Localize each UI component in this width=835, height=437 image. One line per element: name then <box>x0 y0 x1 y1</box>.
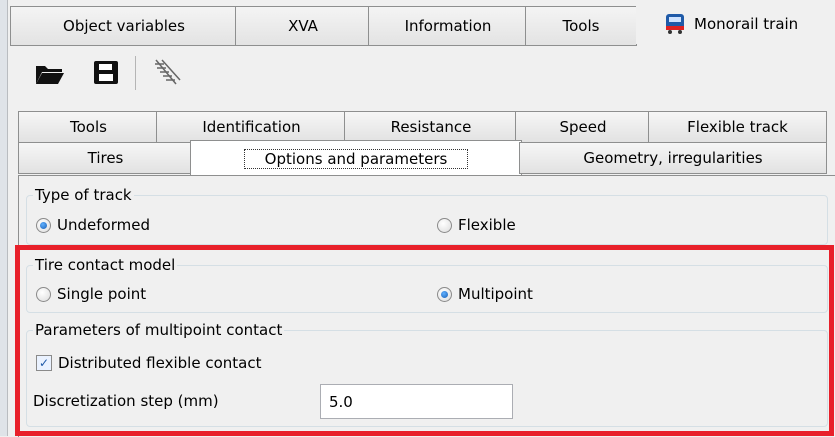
radio-button[interactable] <box>36 217 51 233</box>
tab-options-and-parameters[interactable]: Options and parameters <box>190 140 522 176</box>
tab-geometry-irregularities[interactable]: Geometry, irregularities <box>519 142 827 174</box>
radio-button[interactable] <box>437 217 452 233</box>
open-folder-icon[interactable] <box>34 56 66 88</box>
radio-label: Undeformed <box>57 216 150 234</box>
tab-monorail-train[interactable]: Monorail train <box>636 4 835 44</box>
tab-flexible-track[interactable]: Flexible track <box>648 111 827 143</box>
tab-label: Information <box>404 17 492 35</box>
tab-label: Speed <box>559 118 607 136</box>
tab-label: Tires <box>87 149 124 167</box>
tab-inner-tools[interactable]: Tools <box>18 111 159 143</box>
group-title: Type of track <box>33 186 134 204</box>
track-icon[interactable] <box>150 56 182 88</box>
tab-label: Resistance <box>390 118 472 136</box>
radio-undeformed[interactable]: Undeformed <box>36 216 150 234</box>
radio-label: Flexible <box>458 216 516 234</box>
save-icon[interactable] <box>90 56 122 88</box>
highlight-box <box>15 245 834 436</box>
tab-speed[interactable]: Speed <box>515 111 651 143</box>
train-icon <box>664 12 686 36</box>
toolbar-separator <box>135 56 136 90</box>
tab-label: Tools <box>70 118 107 136</box>
tab-information[interactable]: Information <box>368 6 528 46</box>
tab-tires[interactable]: Tires <box>18 142 193 174</box>
tab-label: Options and parameters <box>243 148 469 169</box>
tab-label: XVA <box>288 17 318 35</box>
radio-flexible[interactable]: Flexible <box>437 216 516 234</box>
tab-tools[interactable]: Tools <box>525 6 637 46</box>
tab-label: Object variables <box>63 17 185 35</box>
tab-label: Tools <box>562 17 600 35</box>
window-title: Monorail train <box>694 15 799 33</box>
tab-label: Identification <box>202 118 301 136</box>
tab-label: Flexible track <box>687 118 788 136</box>
window-left-border <box>0 0 8 436</box>
tab-label: Geometry, irregularities <box>583 149 763 167</box>
tab-resistance[interactable]: Resistance <box>344 111 518 143</box>
tab-xva[interactable]: XVA <box>235 6 371 46</box>
tab-identification[interactable]: Identification <box>156 111 347 143</box>
tab-object-variables[interactable]: Object variables <box>10 6 238 46</box>
